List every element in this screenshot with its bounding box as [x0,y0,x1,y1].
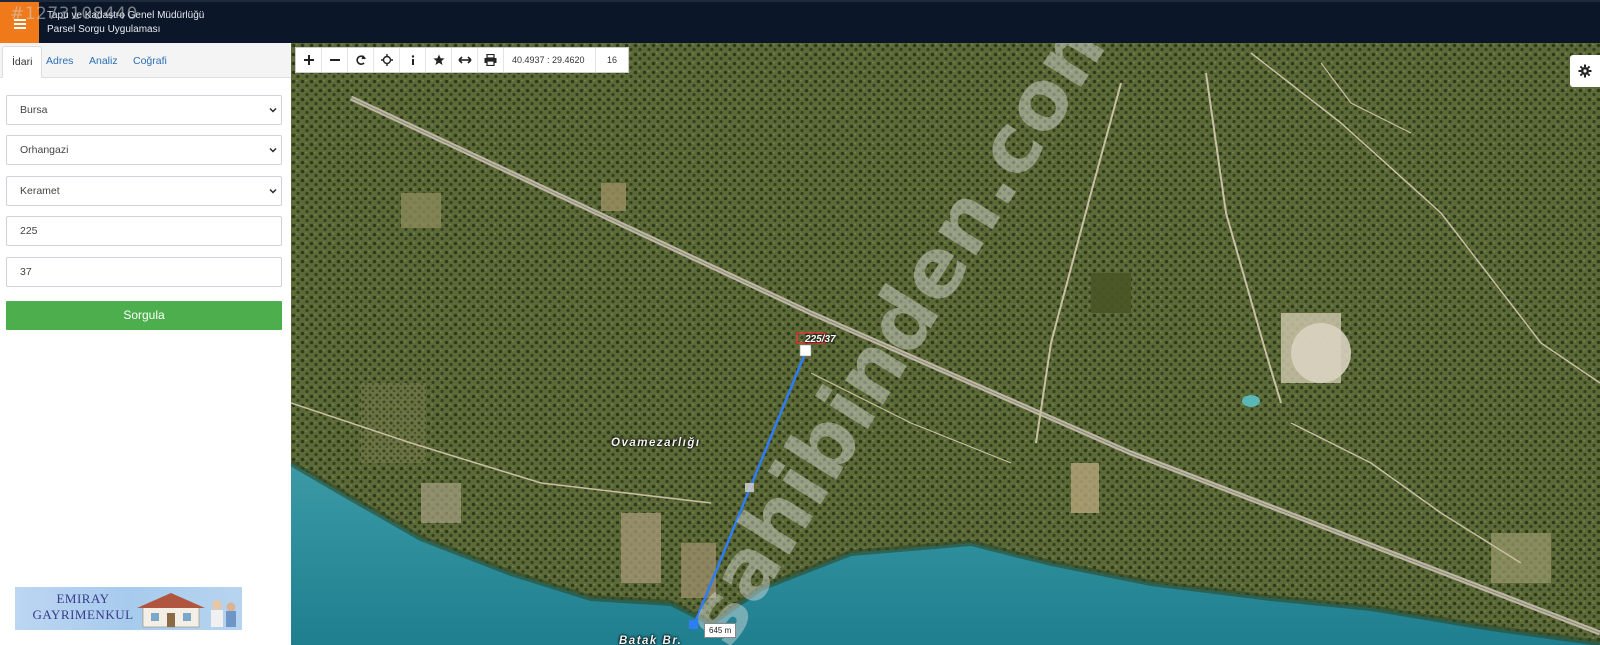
ad-text: EMIRAY GAYRIMENKUL [23,591,143,623]
house-illustration [137,593,236,628]
query-button[interactable]: Sorgula [6,301,282,330]
info-button[interactable] [400,48,426,72]
parcel-label: 225/37 [805,334,836,345]
info-icon [411,55,414,65]
district-value: Orhangazi [20,144,69,156]
parcel-no-value: 37 [20,266,32,278]
query-sidebar: İdari Adres Analiz Coğrafi Bursa Orhanga… [0,43,291,645]
zoom-level: 16 [606,55,617,65]
measure-button[interactable] [452,48,478,72]
block-no-value: 225 [20,225,38,237]
measure-icon [457,56,472,64]
chevron-down-icon [269,108,277,113]
place-label-batak: Batak Br. [619,635,683,645]
neighborhood-value: Keramet [20,185,60,197]
ad-banner[interactable]: EMIRAY GAYRIMENKUL [15,587,242,630]
ad-text-line1: EMIRAY [56,591,110,606]
refresh-icon [355,55,366,65]
settings-button[interactable] [1570,55,1600,87]
chevron-down-icon [269,148,277,153]
coordinate-readout: 40.4937 : 29.4620 [504,48,596,72]
locate-icon [380,54,393,66]
map-toolbar: 40.4937 : 29.4620 16 [295,47,629,73]
star-icon [432,54,445,65]
zoom-in-icon [303,55,314,65]
gear-icon [1578,64,1592,78]
chevron-down-icon [269,189,277,194]
tab-cografi[interactable]: Coğrafi [124,46,176,78]
province-select[interactable]: Bursa [6,95,282,125]
zoom-in-button[interactable] [296,48,322,72]
listing-id-watermark: #1273108440 [10,4,138,24]
print-icon [484,54,497,66]
zoom-out-icon [329,59,340,61]
app-header: Tapu ve Kadastro Genel Müdürlüğü Parsel … [0,0,1600,45]
ad-text-line2: GAYRIMENKUL [32,607,134,622]
tab-adres[interactable]: Adres [37,46,82,78]
tab-analiz[interactable]: Analiz [80,46,127,78]
satellite-imagery [291,43,1600,645]
refresh-button[interactable] [348,48,374,72]
sidebar-tabs: İdari Adres Analiz Coğrafi [0,43,291,78]
place-label-ovamezarligi: Ovamezarlığı [611,437,701,449]
locate-button[interactable] [374,48,400,72]
zoom-out-button[interactable] [322,48,348,72]
favorite-button[interactable] [426,48,452,72]
distance-label: 645 m [704,623,737,638]
parcel-no-input[interactable]: 37 [6,257,282,287]
app-title-line2: Parsel Sorgu Uygulaması [47,24,161,35]
satellite-map[interactable]: sahibinden.com 40.4937 : 29.4620 16 225/… [291,43,1600,645]
district-select[interactable]: Orhangazi [6,135,282,165]
province-value: Bursa [20,104,48,116]
block-no-input[interactable]: 225 [6,216,282,246]
neighborhood-select[interactable]: Keramet [6,176,282,206]
print-button[interactable] [478,48,504,72]
